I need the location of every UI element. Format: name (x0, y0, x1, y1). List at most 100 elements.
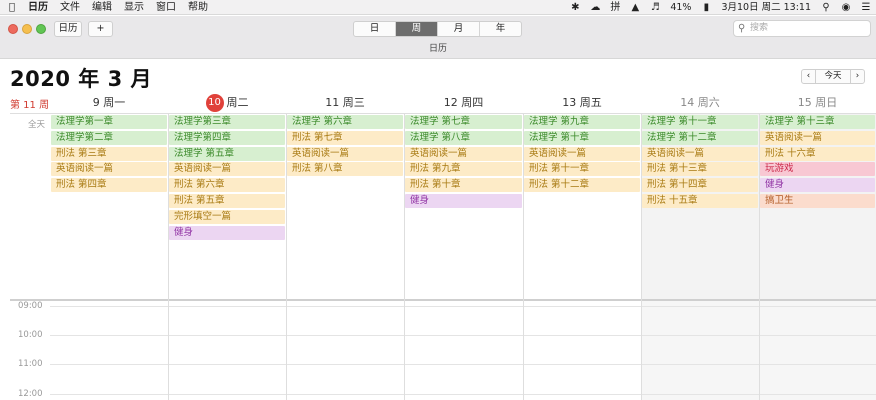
battery-percent[interactable]: 41% (665, 0, 696, 15)
event-green[interactable]: 法理学 第六章 (287, 115, 403, 129)
day-header-tue-label: 周二 (226, 96, 249, 109)
add-event-button[interactable]: + (88, 21, 113, 37)
tab-week[interactable]: 周 (396, 22, 438, 36)
today-indicator: 10 (205, 94, 224, 112)
event-yellow[interactable]: 刑法 第三章 (51, 147, 167, 161)
bluetooth-icon[interactable]: ✱ (565, 0, 585, 15)
time-grid: 09:00 10:00 11:00 12:00 (0, 301, 876, 400)
event-green[interactable]: 法理学 第十章 (524, 131, 640, 145)
event-green[interactable]: 法理学 第十三章 (760, 115, 875, 129)
event-green[interactable]: 法理学第三章 (169, 115, 285, 129)
notification-center-icon[interactable]: ☰ (856, 0, 876, 15)
day-header-wed[interactable]: 11 周三 (286, 93, 404, 113)
fullscreen-window-button[interactable] (36, 24, 46, 34)
event-purple[interactable]: 健身 (760, 178, 875, 192)
event-green[interactable]: 法理学第二章 (51, 131, 167, 145)
calendars-button[interactable]: 日历 (54, 21, 82, 37)
event-yellow[interactable]: 刑法 第七章 (287, 131, 403, 145)
airplay-icon[interactable]: ▲ (625, 0, 645, 15)
menu-file[interactable]: 文件 (56, 0, 88, 15)
event-green[interactable]: 法理学 第十一章 (642, 115, 758, 129)
event-yellow[interactable]: 完形填空一篇 (169, 210, 285, 224)
time-label: 09:00 (18, 301, 43, 311)
minimize-window-button[interactable] (22, 24, 32, 34)
time-label: 10:00 (18, 330, 43, 340)
input-method-icon[interactable]: 拼 (605, 0, 625, 15)
event-yellow[interactable]: 刑法 第五章 (169, 194, 285, 208)
event-yellow[interactable]: 刑法 第十二章 (524, 178, 640, 192)
menu-app-calendar[interactable]: 日历 (24, 0, 56, 15)
event-purple[interactable]: 健身 (169, 226, 285, 240)
previous-week-button[interactable]: ‹ (801, 69, 816, 84)
event-purple[interactable]: 健身 (405, 194, 522, 208)
event-green[interactable]: 法理学 第七章 (405, 115, 522, 129)
search-placeholder: 搜索 (750, 23, 769, 33)
menu-bar:  日历 文件 编辑 显示 窗口 帮助 ✱ ☁ 拼 ▲ ♬ 41% ▮ 3月10… (0, 0, 876, 15)
column-divider (168, 114, 169, 400)
battery-icon[interactable]: ▮ (696, 0, 716, 15)
day-header-sat[interactable]: 14 周六 (641, 93, 759, 113)
event-green[interactable]: 法理学第四章 (169, 131, 285, 145)
event-yellow[interactable]: 刑法 第九章 (405, 162, 522, 176)
event-yellow[interactable]: 刑法 十六章 (760, 147, 875, 161)
volume-icon[interactable]: ♬ (645, 0, 665, 15)
search-input[interactable]: ⚲ 搜索 (733, 20, 871, 37)
menu-view[interactable]: 显示 (120, 0, 152, 15)
search-spotlight-icon[interactable]: ⚲ (816, 0, 836, 15)
event-yellow[interactable]: 刑法 十五章 (642, 194, 758, 208)
tab-day[interactable]: 日 (354, 22, 396, 36)
event-pink[interactable]: 玩游戏 (760, 162, 875, 176)
today-button[interactable]: 今天 (816, 69, 850, 84)
menu-help[interactable]: 帮助 (184, 0, 216, 15)
event-yellow[interactable]: 英语阅读一篇 (760, 131, 875, 145)
column-divider (641, 114, 642, 400)
search-icon: ⚲ (738, 23, 746, 34)
event-green[interactable]: 法理学 第十二章 (642, 131, 758, 145)
day-header-fri[interactable]: 13 周五 (523, 93, 641, 113)
event-yellow[interactable]: 英语阅读一篇 (642, 147, 758, 161)
allday-label: 全天 (28, 120, 46, 130)
day-header-sun[interactable]: 15 周日 (759, 93, 876, 113)
column-divider (759, 114, 760, 400)
cloud-icon[interactable]: ☁ (585, 0, 605, 15)
hour-line (50, 364, 876, 365)
allday-events-area: 法理学第一章 法理学第二章 刑法 第三章 英语阅读一篇 刑法 第四章 法理学第三章 法理学第… (50, 114, 876, 299)
event-yellow[interactable]: 刑法 第十章 (405, 178, 522, 192)
close-window-button[interactable] (8, 24, 18, 34)
siri-icon[interactable]: ◉ (836, 0, 856, 15)
event-yellow[interactable]: 刑法 第十一章 (524, 162, 640, 176)
menu-edit[interactable]: 编辑 (88, 0, 120, 15)
hour-line (50, 394, 876, 395)
event-green[interactable]: 法理学 第八章 (405, 131, 522, 145)
event-yellow[interactable]: 英语阅读一篇 (405, 147, 522, 161)
event-yellow[interactable]: 刑法 第四章 (51, 178, 167, 192)
event-yellow[interactable]: 英语阅读一篇 (169, 162, 285, 176)
view-switcher: 日 周 月 年 (353, 21, 522, 37)
day-header-thu[interactable]: 12 周四 (404, 93, 523, 113)
window-title: 日历 (0, 41, 876, 59)
event-green[interactable]: 法理学 第九章 (524, 115, 640, 129)
event-yellow[interactable]: 刑法 第八章 (287, 162, 403, 176)
day-header-tue[interactable]: 10 周二 (168, 93, 286, 113)
event-yellow[interactable]: 英语阅读一篇 (51, 162, 167, 176)
tab-month[interactable]: 月 (438, 22, 480, 36)
time-label: 11:00 (18, 359, 43, 369)
event-yellow[interactable]: 刑法 第十四章 (642, 178, 758, 192)
event-yellow[interactable]: 刑法 第十三章 (642, 162, 758, 176)
menu-clock[interactable]: 3月10日 周二 13:11 (716, 0, 816, 15)
event-salmon[interactable]: 搞卫生 (760, 194, 875, 208)
apple-menu-icon[interactable]:  (0, 2, 24, 13)
tab-year[interactable]: 年 (480, 22, 521, 36)
toolbar: 日历 + 日 周 月 年 ⚲ 搜索 (0, 16, 876, 41)
next-week-button[interactable]: › (850, 69, 865, 84)
event-yellow[interactable]: 英语阅读一篇 (287, 147, 403, 161)
event-green[interactable]: 法理学第一章 (51, 115, 167, 129)
menu-window[interactable]: 窗口 (152, 0, 184, 15)
event-green[interactable]: 法理学 第五章 (169, 147, 285, 161)
column-divider (404, 114, 405, 400)
time-label: 12:00 (18, 389, 43, 399)
day-header-mon[interactable]: 9 周一 (50, 93, 168, 113)
date-navigation: ‹ 今天 › (801, 69, 865, 84)
event-yellow[interactable]: 刑法 第六章 (169, 178, 285, 192)
event-yellow[interactable]: 英语阅读一篇 (524, 147, 640, 161)
